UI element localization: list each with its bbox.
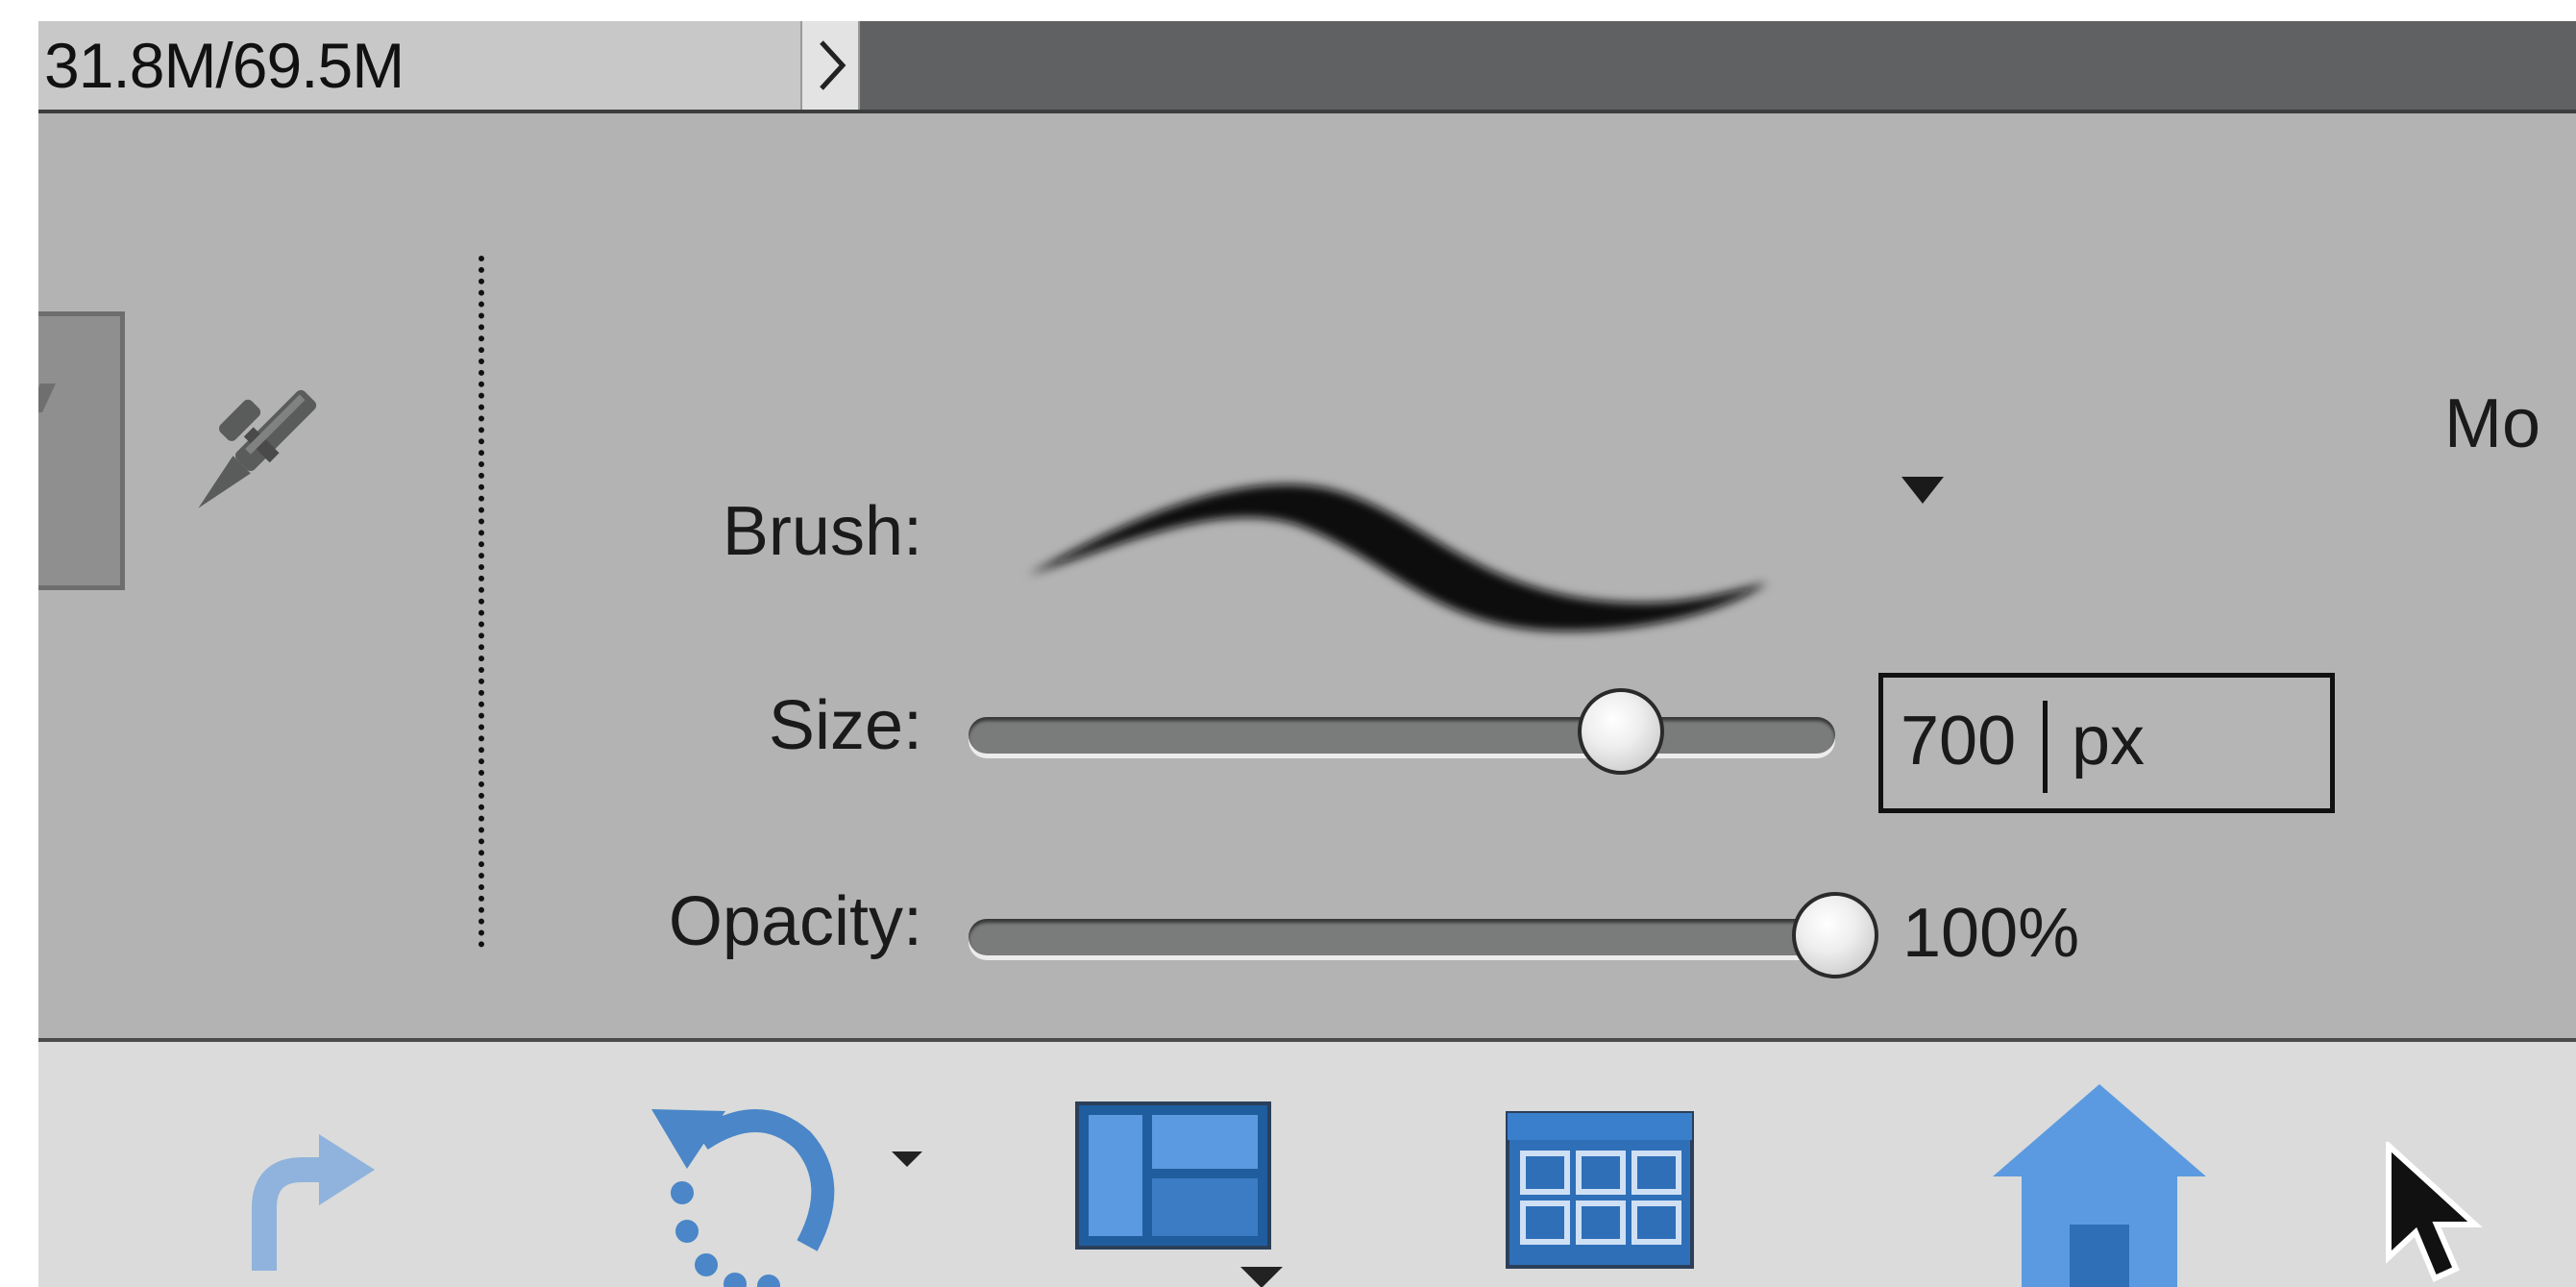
organizer-grid-icon[interactable]	[1504, 1109, 1696, 1282]
layout-icon[interactable]	[1071, 1098, 1321, 1287]
brush-preset-preview[interactable]	[1009, 411, 1778, 642]
status-expand-button[interactable]	[800, 21, 860, 110]
options-divider	[478, 256, 484, 948]
document-size-readout: 31.8M/69.5M	[38, 21, 800, 110]
tool-options-bar: Brush: Mo Size: 700 px Opacity: 100%	[38, 113, 2576, 1042]
opacity-label: Opacity:	[668, 883, 922, 960]
opacity-slider-thumb[interactable]	[1792, 892, 1878, 978]
text-caret	[2043, 701, 2048, 793]
chevron-right-icon	[820, 40, 846, 90]
size-slider-thumb[interactable]	[1578, 688, 1665, 775]
opacity-value: 100%	[1902, 895, 2080, 972]
mouse-cursor-icon	[2386, 1142, 2483, 1283]
size-label: Size:	[768, 687, 922, 764]
opacity-slider-track[interactable]	[969, 919, 1835, 955]
app-frame: 31.8M/69.5M Brush: Mo Size: 700 px Opaci…	[38, 21, 2576, 1287]
brush-label: Brush:	[722, 493, 922, 570]
size-input[interactable]: 700 px	[1878, 673, 2335, 813]
rotate-dropdown-triangle[interactable]	[892, 1151, 922, 1167]
status-bar: 31.8M/69.5M	[38, 21, 2576, 113]
taskbar	[38, 1042, 2576, 1287]
size-unit: px	[2072, 703, 2146, 780]
pencil-icon[interactable]	[181, 367, 325, 540]
redo-icon[interactable]	[211, 1117, 384, 1287]
triangle-down-icon[interactable]	[1900, 473, 1946, 507]
tool-variant-button[interactable]	[38, 311, 125, 590]
size-slider-track[interactable]	[969, 717, 1835, 754]
mode-label: Mo	[2444, 385, 2541, 462]
size-value: 700	[1901, 703, 2017, 780]
rotate-icon[interactable]	[634, 1092, 922, 1287]
home-icon[interactable]	[1989, 1080, 2210, 1287]
